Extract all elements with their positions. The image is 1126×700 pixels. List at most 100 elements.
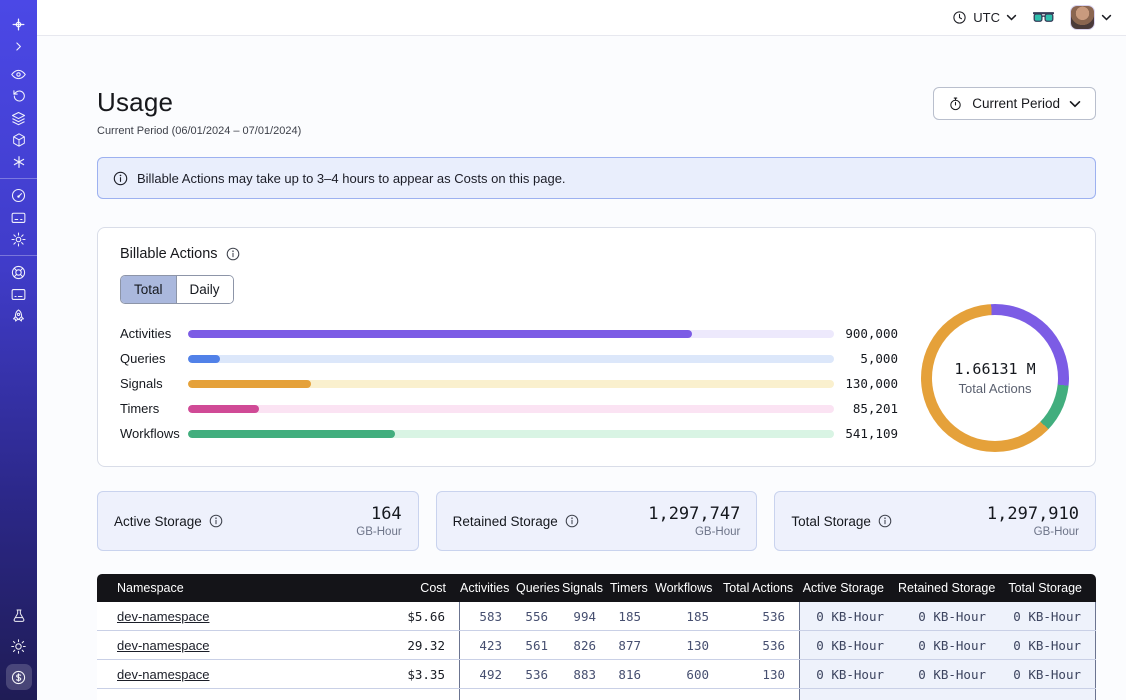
retained-storage-card: Retained Storage 1,297,747 GB-Hour — [436, 491, 758, 551]
billable-actions-title: Billable Actions — [120, 246, 218, 262]
column-header-timers: Timers — [610, 581, 655, 595]
bar-fill — [188, 355, 220, 363]
cell-signals: 994 — [562, 602, 610, 630]
cell-retained-storage: 0 KB-Hour — [898, 631, 1000, 659]
storage-card-value: 1,297,747 — [648, 504, 740, 524]
cube-icon[interactable] — [0, 129, 37, 151]
chevron-down-icon — [1101, 14, 1112, 21]
bar-row-activities: Activities 900,000 — [120, 321, 898, 346]
donut-center-value: 1.66131 M — [954, 360, 1035, 378]
storage-card-unit: GB-Hour — [648, 526, 740, 538]
temporal-logo[interactable] — [0, 13, 37, 35]
bar-track — [188, 355, 834, 363]
storage-card-label: Total Storage — [791, 514, 871, 529]
cell-total-actions: 536 — [723, 602, 799, 630]
lifebuoy-icon[interactable] — [0, 261, 37, 283]
cell-cost: 29.32 — [374, 631, 460, 659]
cell-total-actions: 536 — [723, 631, 799, 659]
bar-track — [188, 430, 834, 438]
period-dropdown-button[interactable]: Current Period — [933, 87, 1096, 120]
chevron-down-icon — [1069, 100, 1081, 108]
info-icon[interactable] — [565, 514, 579, 528]
bar-label: Activities — [120, 326, 188, 341]
layers-icon[interactable] — [0, 107, 37, 129]
cell-active-storage: 0 KB-Hour — [799, 631, 898, 659]
total-daily-tab-group: Total Daily — [120, 275, 234, 304]
cell-cost: $5.66 — [374, 602, 460, 630]
clock-icon — [952, 10, 967, 25]
cell-queries: 556 — [516, 602, 562, 630]
history-icon[interactable] — [0, 85, 37, 107]
page-title: Usage — [97, 87, 301, 118]
column-header-retained-storage: Retained Storage — [898, 581, 1000, 595]
tab-total[interactable]: Total — [121, 276, 176, 303]
period-button-label: Current Period — [972, 96, 1060, 111]
stopwatch-icon — [948, 96, 963, 112]
column-header-workflows: Workflows — [655, 581, 723, 595]
namespace-link[interactable]: dev-namespace — [117, 667, 210, 682]
cell-timers: 816 — [610, 660, 655, 688]
bar-track — [188, 330, 834, 338]
bar-value: 5,000 — [834, 351, 898, 366]
table-row: dev-namespace $3.35 492 536 883 816 600 … — [97, 660, 1096, 689]
bar-track — [188, 380, 834, 388]
main-content: Usage Current Period (06/01/2024 – 07/01… — [37, 37, 1126, 700]
column-header-activities: Activities — [460, 581, 516, 595]
chevron-down-icon — [1006, 14, 1017, 21]
info-icon — [113, 171, 128, 186]
info-icon[interactable] — [226, 247, 240, 261]
column-header-total-actions: Total Actions — [723, 581, 799, 595]
cell-queries: 536 — [516, 660, 562, 688]
total-actions-donut-chart: 1.66131 M Total Actions — [921, 304, 1069, 452]
table-row-partial — [97, 689, 1096, 700]
bar-row-workflows: Workflows 541,109 — [120, 421, 898, 446]
asterisk-icon[interactable] — [0, 151, 37, 173]
avatar — [1070, 5, 1095, 30]
tab-daily[interactable]: Daily — [176, 276, 233, 303]
bar-value: 85,201 — [834, 401, 898, 416]
sun-icon[interactable] — [0, 635, 37, 657]
credit-card-icon[interactable] — [0, 206, 37, 228]
billable-actions-card: Billable Actions Total Daily Activities … — [97, 227, 1096, 467]
column-header-active-storage: Active Storage — [799, 581, 898, 595]
rocket-icon[interactable] — [0, 305, 37, 327]
bar-fill — [188, 380, 311, 388]
cell-activities: 423 — [460, 631, 516, 659]
timezone-selector[interactable]: UTC — [952, 10, 1017, 25]
column-header-total-storage: Total Storage — [1000, 581, 1096, 595]
terminal-icon[interactable] — [0, 283, 37, 305]
gear-icon[interactable] — [0, 228, 37, 250]
cell-workflows: 130 — [655, 631, 723, 659]
dollar-circle-icon[interactable] — [6, 664, 32, 690]
storage-card-label: Active Storage — [114, 514, 202, 529]
eye-icon[interactable] — [0, 63, 37, 85]
glasses-icon[interactable] — [1033, 11, 1054, 25]
cell-queries: 561 — [516, 631, 562, 659]
donut-center-label: Total Actions — [959, 381, 1032, 396]
namespace-link[interactable]: dev-namespace — [117, 609, 210, 624]
info-icon[interactable] — [209, 514, 223, 528]
account-menu[interactable] — [1070, 5, 1112, 30]
chevron-right-icon[interactable] — [0, 35, 37, 57]
flask-icon[interactable] — [0, 605, 37, 627]
sidebar-divider — [0, 178, 37, 179]
bar-value: 130,000 — [834, 376, 898, 391]
cell-activities: 492 — [460, 660, 516, 688]
bar-track — [188, 405, 834, 413]
storage-card-value: 164 — [356, 504, 401, 524]
info-icon[interactable] — [878, 514, 892, 528]
gauge-icon[interactable] — [0, 184, 37, 206]
banner-text: Billable Actions may take up to 3–4 hour… — [137, 171, 566, 186]
page-subtitle: Current Period (06/01/2024 – 07/01/2024) — [97, 125, 301, 137]
cell-workflows: 185 — [655, 602, 723, 630]
column-header-queries: Queries — [516, 581, 562, 595]
column-header-namespace: Namespace — [97, 581, 374, 595]
donut-ring: 1.66131 M Total Actions — [921, 304, 1069, 452]
timezone-label: UTC — [973, 10, 1000, 25]
bar-fill — [188, 430, 395, 438]
column-header-cost: Cost — [374, 581, 460, 595]
column-header-signals: Signals — [562, 581, 610, 595]
cell-total-storage: 0 KB-Hour — [1000, 602, 1096, 630]
namespace-link[interactable]: dev-namespace — [117, 638, 210, 653]
storage-card-value: 1,297,910 — [987, 504, 1079, 524]
